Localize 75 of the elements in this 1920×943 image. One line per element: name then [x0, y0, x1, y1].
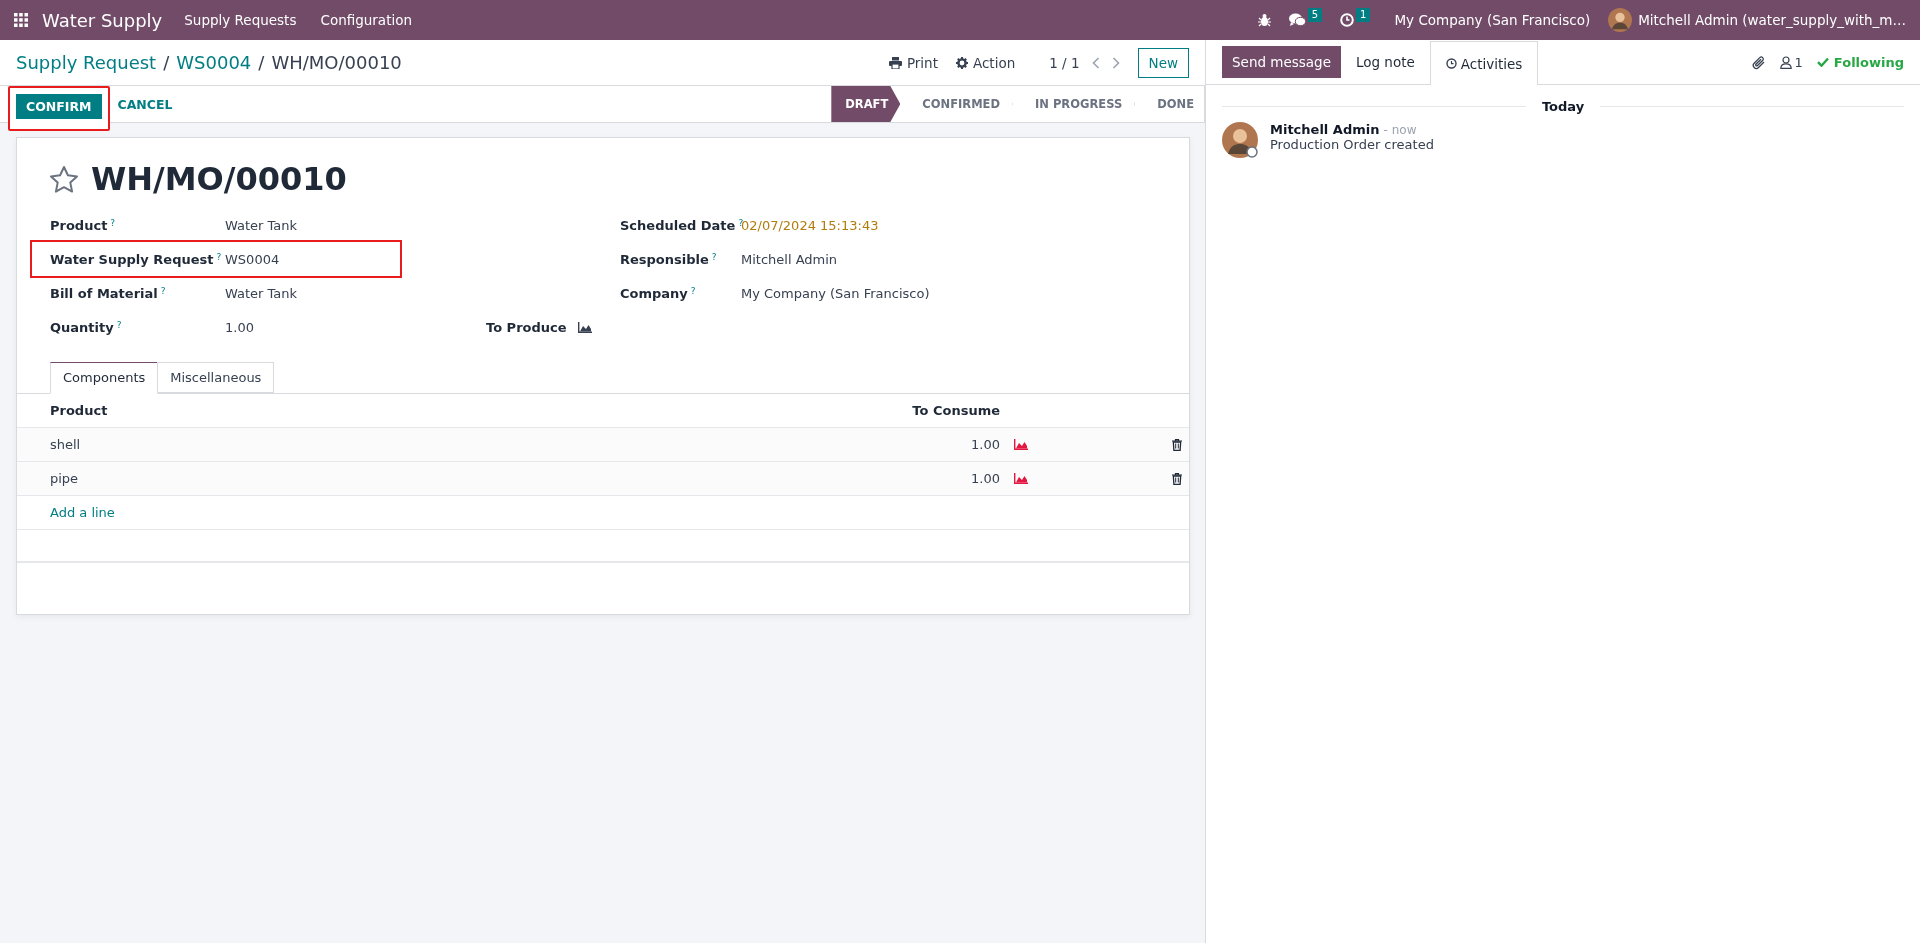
field-label: Water Supply Request [50, 251, 214, 267]
app-name[interactable]: Water Supply [42, 9, 163, 31]
paperclip-icon[interactable] [1751, 54, 1766, 70]
help-tooltip[interactable]: ? [216, 251, 222, 262]
message-count-badge: 5 [1307, 8, 1323, 22]
field-value[interactable]: Mitchell Admin [741, 251, 838, 267]
user-avatar [1608, 8, 1633, 32]
message-time: - now [1383, 123, 1417, 137]
breadcrumb-current: WH/MO/00010 [271, 52, 402, 73]
field-label: Company [620, 285, 688, 301]
field-value[interactable]: Water Tank [225, 285, 298, 301]
table-cell[interactable]: shell [50, 437, 890, 452]
help-tooltip[interactable]: ? [116, 319, 122, 330]
status-stage[interactable]: DRAFT [831, 86, 901, 122]
apps-grid-icon[interactable] [14, 13, 28, 27]
table-cell[interactable]: 1.00 [890, 471, 1000, 486]
help-tooltip[interactable]: ? [160, 285, 166, 296]
breadcrumb-separator: / [258, 52, 265, 73]
user-avatar [1222, 122, 1258, 158]
field-value[interactable]: My Company (San Francisco) [741, 285, 930, 301]
trash-icon[interactable] [1172, 438, 1182, 451]
company-switcher[interactable]: My Company (San Francisco) [1394, 12, 1591, 28]
clock-icon [1445, 58, 1457, 69]
help-tooltip[interactable]: ? [690, 285, 696, 296]
field-label: Quantity [50, 319, 114, 335]
log-note-button[interactable]: Log note [1340, 46, 1430, 78]
table-cell[interactable]: 1.00 [890, 437, 1000, 452]
action-menu[interactable]: Action [972, 54, 1016, 71]
user-menu[interactable]: Mitchell Admin (water_supply_with_m… [1638, 12, 1906, 28]
cancel-button[interactable]: CANCEL [113, 91, 177, 117]
printer-icon [888, 56, 902, 69]
pager-value[interactable]: 1 / 1 [1049, 54, 1080, 71]
add-line-link[interactable]: Add a line [50, 505, 115, 520]
new-button[interactable]: New [1137, 47, 1189, 78]
activities-button[interactable]: Activities [1429, 41, 1539, 85]
record-title: WH/MO/00010 [91, 160, 347, 198]
area-chart-icon[interactable] [1014, 473, 1028, 484]
area-chart-icon[interactable] [577, 321, 592, 333]
gear-icon [955, 56, 968, 69]
print-menu[interactable]: Print [906, 54, 938, 71]
field-value[interactable]: WS0004 [225, 251, 280, 267]
trash-icon[interactable] [1172, 472, 1182, 485]
area-chart-icon[interactable] [1014, 439, 1028, 450]
clock-icon[interactable] [1340, 13, 1355, 27]
help-tooltip[interactable]: ? [110, 217, 116, 228]
help-tooltip[interactable]: ? [711, 251, 717, 262]
field-value[interactable]: Water Tank [225, 217, 298, 233]
menu-item[interactable]: Supply Requests [184, 12, 297, 28]
person-icon [1779, 55, 1792, 69]
field-label: Responsible [620, 251, 709, 267]
message-body: Production Order created [1270, 137, 1434, 152]
activity-count-badge: 1 [1356, 8, 1371, 22]
send-message-button[interactable]: Send message [1222, 46, 1341, 78]
breadcrumb-separator: / [163, 52, 170, 73]
notebook-tab[interactable]: Components [50, 362, 159, 394]
message-author[interactable]: Mitchell Admin [1270, 122, 1380, 137]
star-icon[interactable] [49, 164, 79, 194]
field-label: Product [50, 217, 108, 233]
bug-icon[interactable] [1257, 13, 1271, 27]
field-value[interactable]: 1.00 [225, 319, 254, 335]
column-header: To Consume [911, 403, 1000, 418]
chat-bubbles-icon[interactable] [1288, 13, 1306, 27]
confirm-button[interactable]: CONFIRM [16, 93, 102, 119]
check-icon [1816, 57, 1829, 67]
menu-item[interactable]: Configuration [320, 12, 412, 28]
breadcrumb-link[interactable]: Supply Request [16, 52, 157, 73]
field-label: Scheduled Date [620, 217, 736, 233]
field-label: To Produce [486, 319, 567, 335]
breadcrumb-link[interactable]: WS0004 [176, 52, 252, 73]
notebook-tab[interactable]: Miscellaneous [157, 362, 275, 393]
field-label: Bill of Material [50, 285, 158, 301]
table-cell[interactable]: pipe [50, 471, 890, 486]
date-separator: Today [1541, 99, 1585, 114]
follower-count[interactable]: 1 [1794, 54, 1803, 70]
column-header: Product [50, 403, 109, 418]
